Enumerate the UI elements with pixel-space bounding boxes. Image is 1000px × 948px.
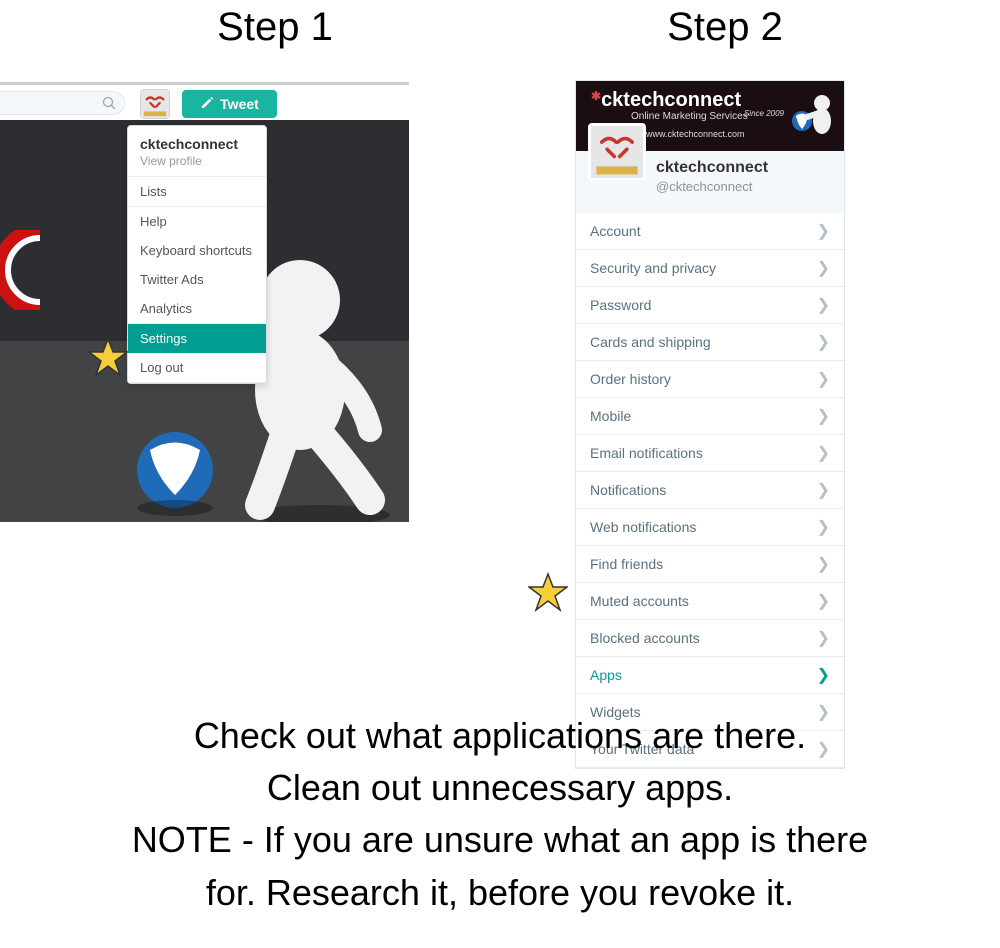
profile-avatar[interactable]	[588, 123, 646, 181]
star-icon	[528, 572, 568, 612]
dropdown-item-keyboard-shortcuts[interactable]: Keyboard shortcuts	[128, 236, 266, 265]
banner-since: Since 2009	[744, 109, 784, 118]
settings-row-mobile[interactable]: Mobile ❯	[576, 398, 844, 435]
settings-row-apps[interactable]: Apps ❯	[576, 657, 844, 694]
settings-row-label: Password	[590, 297, 651, 313]
step1-screenshot: Tweet cktechconnect View profile Lists H…	[0, 82, 409, 522]
chevron-right-icon: ❯	[817, 480, 830, 500]
settings-row-muted-accounts[interactable]: Muted accounts ❯	[576, 583, 844, 620]
profile-avatar-icon[interactable]	[140, 89, 170, 119]
star-icon	[88, 337, 128, 377]
search-icon	[102, 96, 116, 113]
settings-row-security-and-privacy[interactable]: Security and privacy ❯	[576, 250, 844, 287]
dropdown-item-twitter-ads[interactable]: Twitter Ads	[128, 265, 266, 294]
settings-row-cards-and-shipping[interactable]: Cards and shipping ❯	[576, 324, 844, 361]
profile-handle: @cktechconnect	[656, 179, 752, 194]
dropdown-item-settings[interactable]: Settings	[128, 324, 266, 353]
step1-title: Step 1	[90, 5, 460, 50]
profile-dropdown-menu: cktechconnect View profile Lists Help Ke…	[127, 125, 267, 384]
settings-row-label: Muted accounts	[590, 593, 689, 609]
settings-row-label: Notifications	[590, 482, 666, 498]
dropdown-item-lists[interactable]: Lists	[128, 177, 266, 206]
tweet-button-label: Tweet	[220, 96, 259, 112]
dropdown-username: cktechconnect	[140, 136, 254, 152]
search-input[interactable]	[0, 91, 125, 115]
caption-line3: NOTE - If you are unsure what an app is …	[40, 814, 960, 866]
banner-url: www.cktechconnect.com	[646, 129, 745, 139]
tweet-button[interactable]: Tweet	[182, 90, 277, 118]
dropdown-item-logout[interactable]: Log out	[128, 353, 266, 382]
settings-row-web-notifications[interactable]: Web notifications ❯	[576, 509, 844, 546]
caption-line4: for. Research it, before you revoke it.	[40, 867, 960, 919]
chevron-right-icon: ❯	[817, 332, 830, 352]
chevron-right-icon: ❯	[817, 295, 830, 315]
red-o-fragment	[0, 230, 40, 310]
chevron-right-icon: ❯	[817, 369, 830, 389]
step2-screenshot: ✱cktechconnect Online Marketing Services…	[575, 80, 845, 769]
dropdown-header[interactable]: cktechconnect View profile	[128, 126, 266, 177]
chevron-right-icon: ❯	[817, 443, 830, 463]
banner-brand: ✱cktechconnect	[591, 89, 741, 112]
settings-row-label: Mobile	[590, 408, 631, 424]
caption-line1: Check out what applications are there.	[40, 710, 960, 762]
chevron-right-icon: ❯	[817, 221, 830, 241]
step2-title: Step 2	[575, 5, 875, 50]
settings-row-label: Email notifications	[590, 445, 703, 461]
settings-navigation-list: Account❯Security and privacy❯Password❯Ca…	[576, 213, 844, 768]
chevron-right-icon: ❯	[817, 258, 830, 278]
profile-row: cktechconnect @cktechconnect	[576, 151, 844, 213]
profile-name: cktechconnect	[656, 159, 768, 177]
compose-icon	[200, 95, 215, 113]
chevron-right-icon: ❯	[817, 665, 830, 685]
settings-row-label: Web notifications	[590, 519, 696, 535]
settings-row-label: Apps	[590, 667, 622, 683]
settings-row-label: Security and privacy	[590, 260, 716, 276]
settings-row-find-friends[interactable]: Find friends ❯	[576, 546, 844, 583]
chevron-right-icon: ❯	[817, 554, 830, 574]
chevron-right-icon: ❯	[817, 517, 830, 537]
settings-row-label: Find friends	[590, 556, 663, 572]
settings-row-notifications[interactable]: Notifications ❯	[576, 472, 844, 509]
caption-line2: Clean out unnecessary apps.	[40, 762, 960, 814]
settings-row-email-notifications[interactable]: Email notifications ❯	[576, 435, 844, 472]
dropdown-view-profile: View profile	[140, 154, 254, 168]
step1-topbar: Tweet	[0, 85, 409, 120]
banner-character-icon	[789, 91, 839, 141]
settings-row-label: Cards and shipping	[590, 334, 711, 350]
settings-row-order-history[interactable]: Order history ❯	[576, 361, 844, 398]
chevron-right-icon: ❯	[817, 628, 830, 648]
dropdown-item-help[interactable]: Help	[128, 207, 266, 236]
instruction-caption: Check out what applications are there. C…	[40, 710, 960, 919]
dropdown-item-analytics[interactable]: Analytics	[128, 294, 266, 323]
settings-row-blocked-accounts[interactable]: Blocked accounts ❯	[576, 620, 844, 657]
settings-row-label: Account	[590, 223, 641, 239]
settings-row-account[interactable]: Account ❯	[576, 213, 844, 250]
settings-row-label: Blocked accounts	[590, 630, 700, 646]
chevron-right-icon: ❯	[817, 406, 830, 426]
chevron-right-icon: ❯	[817, 591, 830, 611]
settings-row-label: Order history	[590, 371, 671, 387]
settings-row-password[interactable]: Password ❯	[576, 287, 844, 324]
banner-tagline: Online Marketing Services	[631, 111, 748, 122]
